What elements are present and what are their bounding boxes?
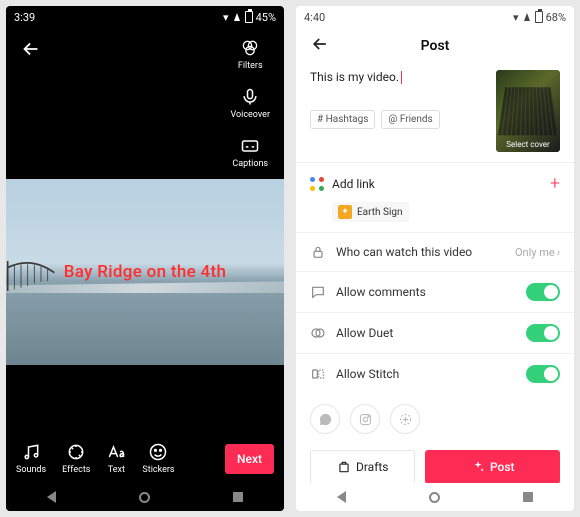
post-label: Post <box>490 460 515 474</box>
post-button[interactable]: Post <box>425 450 560 484</box>
status-right: ▾ 45% <box>223 11 276 24</box>
voiceover-button[interactable]: Voiceover <box>230 87 270 120</box>
nav-back-icon[interactable] <box>47 491 56 503</box>
cover-label: Select cover <box>496 140 560 149</box>
android-nav <box>296 483 574 511</box>
privacy-value: Only me <box>515 246 555 259</box>
allow-stitch-toggle[interactable] <box>526 365 560 383</box>
music-icon <box>21 442 41 462</box>
stickers-label: Stickers <box>142 465 174 475</box>
allow-comments-row: Allow comments <box>296 271 574 312</box>
captions-icon <box>240 136 260 156</box>
bottom-toolbar: Sounds Effects Text Stickers Next <box>6 442 284 481</box>
hashtags-chip[interactable]: # Hashtags <box>310 110 375 129</box>
status-time: 3:39 <box>14 11 35 24</box>
duet-icon <box>310 325 326 341</box>
battery-pct: 45% <box>256 11 276 24</box>
signal-icon <box>524 13 530 21</box>
back-button[interactable] <box>20 38 42 65</box>
battery-icon <box>535 11 543 23</box>
comment-icon <box>310 284 326 300</box>
effect-name: Earth Sign <box>357 207 403 218</box>
allow-comments-toggle[interactable] <box>526 283 560 301</box>
link-dots-icon <box>310 177 324 191</box>
chevron-right-icon: › <box>557 246 560 259</box>
filters-label: Filters <box>238 61 263 71</box>
compose-area: This is my video. # Hashtags @ Friends S… <box>296 64 574 162</box>
android-nav <box>6 483 284 511</box>
text-button[interactable]: Text <box>106 442 126 475</box>
nav-recent-icon[interactable] <box>233 492 243 502</box>
status-right: ▾ 68% <box>513 11 566 24</box>
nav-back-icon[interactable] <box>337 491 346 503</box>
share-row <box>296 394 574 444</box>
captions-label: Captions <box>232 159 268 169</box>
signal-icon <box>234 13 240 21</box>
editor-screen: 3:39 ▾ 45% Filters Voiceover Captions <box>6 6 284 511</box>
status-bar: 3:39 ▾ 45% <box>6 6 284 28</box>
nav-home-icon[interactable] <box>429 492 440 503</box>
stickers-button[interactable]: Stickers <box>142 442 174 475</box>
addlink-section: Add link + ✦ Earth Sign <box>296 162 574 232</box>
voiceover-label: Voiceover <box>230 110 270 120</box>
lock-icon <box>310 244 326 260</box>
battery-icon <box>245 11 253 23</box>
text-label: Text <box>108 465 125 475</box>
captions-button[interactable]: Captions <box>232 136 268 169</box>
bridge-graphic <box>6 257 56 295</box>
add-link-button[interactable]: Add link <box>310 177 375 191</box>
post-screen: 4:40 ▾ 68% Post This is my video. # Hash… <box>296 6 574 511</box>
sounds-button[interactable]: Sounds <box>16 442 46 475</box>
right-tool-column: Filters Voiceover Captions <box>230 38 270 169</box>
allow-duet-label: Allow Duet <box>336 326 393 340</box>
share-more-button[interactable] <box>390 404 420 434</box>
status-time: 4:40 <box>304 11 325 24</box>
allow-stitch-row: Allow Stitch <box>296 353 574 394</box>
friends-chip[interactable]: @ Friends <box>381 110 439 129</box>
caption-input[interactable]: This is my video. <box>310 70 486 84</box>
nav-home-icon[interactable] <box>139 492 150 503</box>
wifi-icon: ▾ <box>513 11 519 24</box>
effect-badge-icon: ✦ <box>338 205 352 219</box>
battery-pct: 68% <box>546 11 566 24</box>
nav-recent-icon[interactable] <box>523 492 533 502</box>
privacy-label: Who can watch this video <box>336 245 472 259</box>
allow-comments-label: Allow comments <box>336 285 426 299</box>
status-bar: 4:40 ▾ 68% <box>296 6 574 28</box>
filters-button[interactable]: Filters <box>238 38 263 71</box>
effects-icon <box>66 442 86 462</box>
plus-icon[interactable]: + <box>550 173 560 194</box>
overlay-caption[interactable]: Bay Ridge on the 4th <box>64 262 226 282</box>
effects-label: Effects <box>62 465 90 475</box>
back-button[interactable] <box>310 34 330 59</box>
video-preview[interactable]: Bay Ridge on the 4th <box>6 179 284 365</box>
drafts-icon <box>337 460 351 474</box>
post-actions: Drafts Post <box>296 444 574 484</box>
stitch-icon <box>310 366 326 382</box>
mic-icon <box>240 87 260 107</box>
wifi-icon: ▾ <box>223 11 229 24</box>
next-button[interactable]: Next <box>225 444 274 474</box>
cover-selector[interactable]: Select cover <box>496 70 560 152</box>
allow-stitch-label: Allow Stitch <box>336 367 399 381</box>
privacy-row[interactable]: Who can watch this video Only me › <box>296 232 574 271</box>
effects-button[interactable]: Effects <box>62 442 90 475</box>
allow-duet-row: Allow Duet <box>296 312 574 353</box>
sounds-label: Sounds <box>16 465 46 475</box>
effect-badge[interactable]: ✦ Earth Sign <box>332 202 409 222</box>
share-instagram-button[interactable] <box>350 404 380 434</box>
add-link-label: Add link <box>332 177 375 191</box>
stickers-icon <box>148 442 168 462</box>
page-title: Post <box>421 38 450 54</box>
share-chat-button[interactable] <box>310 404 340 434</box>
drafts-label: Drafts <box>356 460 389 474</box>
editor-top-bar: Filters Voiceover Captions <box>6 28 284 175</box>
allow-duet-toggle[interactable] <box>526 324 560 342</box>
filters-icon <box>240 38 260 58</box>
sparkle-icon <box>471 460 485 474</box>
drafts-button[interactable]: Drafts <box>310 450 415 484</box>
post-header: Post <box>296 28 574 64</box>
text-icon <box>106 442 126 462</box>
